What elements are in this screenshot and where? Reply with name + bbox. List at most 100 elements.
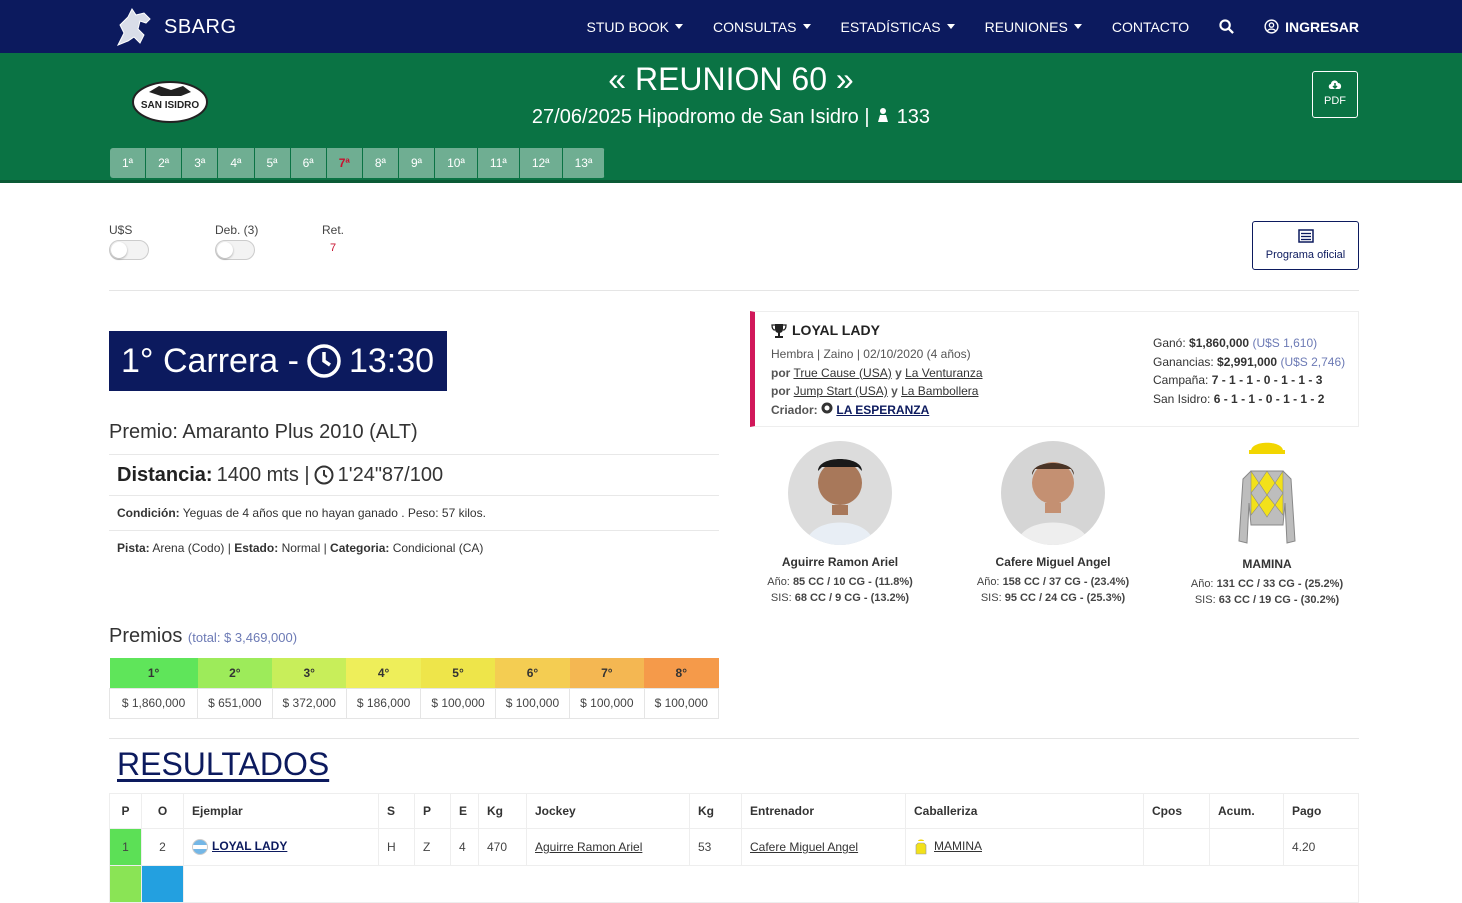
race-tab-11[interactable]: 11ª bbox=[477, 148, 520, 178]
clock-icon bbox=[307, 344, 341, 378]
table-row[interactable]: 1 2 LOYAL LADY H Z 4 470 Aguirre Ramon A… bbox=[109, 828, 1359, 866]
top-navbar: SBARG STUD BOOK CONSULTAS ESTADÍSTICAS R… bbox=[0, 0, 1462, 53]
prize-place-8: 8° bbox=[644, 658, 719, 688]
sire-link[interactable]: True Cause (USA) bbox=[793, 366, 891, 380]
dam-link[interactable]: La Venturanza bbox=[905, 366, 982, 380]
race-tab-13[interactable]: 13ª bbox=[562, 148, 606, 178]
winner-pedigree: Hembra | Zaino | 02/10/2020 (4 años) por… bbox=[771, 347, 983, 417]
prize-amount-3: $ 372,000 bbox=[271, 687, 347, 719]
caret-down-icon bbox=[802, 24, 811, 29]
jockey-link[interactable]: Aguirre Ramon Ariel bbox=[535, 840, 642, 854]
prize-amount-4: $ 186,000 bbox=[345, 687, 422, 719]
deb-toggle[interactable] bbox=[215, 240, 255, 260]
race-tab-12[interactable]: 12ª bbox=[519, 148, 563, 178]
race-tab-5[interactable]: 5ª bbox=[254, 148, 291, 178]
condition-row: Condición: Yeguas de 4 años que no hayan… bbox=[109, 496, 719, 531]
programa-oficial-button[interactable]: Programa oficial bbox=[1252, 221, 1359, 270]
silks-icon bbox=[1215, 441, 1319, 547]
prize-place-1: 1° bbox=[109, 658, 198, 688]
main-menu: STUD BOOK CONSULTAS ESTADÍSTICAS REUNION… bbox=[557, 0, 1359, 53]
horse-logo-icon bbox=[116, 8, 151, 46]
trainer-link[interactable]: Cafere Miguel Angel bbox=[750, 840, 858, 854]
usd-toggle-group: U$S bbox=[109, 223, 149, 260]
argentina-flag-icon bbox=[192, 839, 208, 855]
reunion-subtitle: 27/06/2025 Hipodromo de San Isidro | 133 bbox=[531, 106, 931, 128]
pdf-download-button[interactable]: PDF bbox=[1312, 71, 1358, 118]
stable-link[interactable]: MAMINA bbox=[934, 839, 982, 853]
prize-table: 1° 2° 3° 4° 5° 6° 7° 8° $ 1,860,000 $ 651,000 $ 3… bbox=[108, 658, 720, 719]
granddam-link[interactable]: La Bambollera bbox=[901, 384, 978, 398]
clock-icon bbox=[314, 465, 334, 485]
race-tab-2[interactable]: 2ª bbox=[146, 148, 183, 178]
prize-amount-8: $ 100,000 bbox=[643, 687, 720, 719]
search-icon bbox=[1219, 19, 1234, 34]
resultados-title: RESULTADOS bbox=[117, 746, 330, 782]
premio-name: Premio: Amaranto Plus 2010 (ALT) bbox=[109, 421, 418, 443]
prize-amount-2: $ 651,000 bbox=[197, 687, 273, 719]
reunion-title: « REUNION 60 » bbox=[608, 61, 854, 97]
stable-card[interactable]: MAMINA Año: 131 CC / 33 CG - (25.2%) SIS:… bbox=[1167, 441, 1367, 608]
carrera-title: 1° Carrera - 13:30 bbox=[109, 331, 447, 391]
trophy-icon bbox=[771, 323, 787, 338]
race-tab-3[interactable]: 3ª bbox=[182, 148, 219, 178]
search-button[interactable] bbox=[1219, 19, 1234, 34]
prize-place-4: 4° bbox=[346, 658, 421, 688]
prize-place-2: 2° bbox=[197, 658, 273, 688]
usd-toggle[interactable] bbox=[109, 240, 149, 260]
user-circle-icon bbox=[1264, 19, 1279, 34]
login-button[interactable]: INGRESAR bbox=[1264, 19, 1359, 35]
horse-link[interactable]: LOYAL LADY bbox=[212, 839, 287, 853]
trainer-card[interactable]: Cafere Miguel Angel Año: 158 CC / 37 CG … bbox=[953, 441, 1153, 606]
jockey-card[interactable]: Aguirre Ramon Ariel Año: 85 CC / 10 CG -… bbox=[740, 441, 940, 606]
prize-amount-6: $ 100,000 bbox=[494, 687, 571, 719]
table-row[interactable] bbox=[109, 865, 1359, 903]
ret-group: Ret. 7 bbox=[322, 223, 344, 254]
prize-amount-1: $ 1,860,000 bbox=[108, 687, 199, 719]
caret-down-icon bbox=[946, 24, 955, 29]
prize-place-3: 3° bbox=[272, 658, 347, 688]
breeder-badge-icon bbox=[821, 402, 833, 413]
divider bbox=[109, 290, 1359, 291]
winner-stats: Ganó: $1,860,000 (U$S 1,610) Ganancias: … bbox=[1153, 336, 1346, 406]
results-table: P O Ejemplar S P E Kg Jockey Kg Entrenad… bbox=[109, 793, 1359, 903]
nav-reuniones[interactable]: REUNIONES bbox=[985, 19, 1082, 35]
usd-toggle-label: U$S bbox=[109, 223, 133, 237]
premios-total: (total: $ 3,469,000) bbox=[187, 630, 298, 645]
race-tab-1[interactable]: 1ª bbox=[110, 148, 147, 178]
list-icon bbox=[1297, 229, 1314, 243]
race-tab-8[interactable]: 8ª bbox=[362, 148, 399, 178]
race-tab-9[interactable]: 9ª bbox=[399, 148, 436, 178]
winner-name: LOYAL LADY bbox=[771, 322, 880, 338]
caret-down-icon bbox=[675, 24, 683, 29]
race-tab-4[interactable]: 4ª bbox=[218, 148, 255, 178]
nav-consultas[interactable]: CONSULTAS bbox=[713, 19, 811, 35]
prize-amount-7: $ 100,000 bbox=[569, 687, 645, 719]
brand-name: SBARG bbox=[164, 15, 237, 38]
track-row: Pista: Arena (Codo) | Estado: Normal | C… bbox=[117, 541, 484, 555]
distance-row: Distancia: 1400 mts | 1'24"87/100 bbox=[109, 454, 719, 496]
race-tab-10[interactable]: 10ª bbox=[435, 148, 478, 178]
prize-place-7: 7° bbox=[569, 658, 645, 688]
race-tab-7[interactable]: 7ª bbox=[326, 148, 363, 178]
ret-value[interactable]: 7 bbox=[322, 242, 344, 254]
silks-icon bbox=[915, 839, 927, 855]
trainer-avatar bbox=[1001, 441, 1105, 545]
deb-toggle-label: Deb. (3) bbox=[215, 223, 259, 237]
nav-contacto[interactable]: CONTACTO bbox=[1112, 19, 1189, 35]
table-header-row: P O Ejemplar S P E Kg Jockey Kg Entrenad… bbox=[109, 793, 1359, 829]
deb-toggle-group: Deb. (3) bbox=[215, 223, 258, 260]
ret-label: Ret. bbox=[322, 223, 345, 237]
race-tabs: 1ª 2ª 3ª 4ª 5ª 6ª 7ª 8ª 9ª 10ª 11ª 12ª 1… bbox=[110, 148, 606, 178]
caret-down-icon bbox=[1073, 24, 1082, 29]
race-tab-6[interactable]: 6ª bbox=[290, 148, 327, 178]
divider bbox=[109, 738, 1359, 739]
prize-amount-5: $ 100,000 bbox=[420, 687, 496, 719]
brand-link[interactable]: SBARG bbox=[110, 6, 237, 48]
damsire-link[interactable]: Jump Start (USA) bbox=[794, 384, 888, 398]
premios-title: Premios (total: $ 3,469,000) bbox=[109, 625, 298, 647]
criador-link[interactable]: LA ESPERANZA bbox=[836, 403, 929, 417]
nav-stud-book[interactable]: STUD BOOK bbox=[587, 19, 683, 35]
prize-place-6: 6° bbox=[495, 658, 570, 688]
nav-estadisticas[interactable]: ESTADÍSTICAS bbox=[841, 19, 955, 35]
prize-place-5: 5° bbox=[420, 658, 496, 688]
